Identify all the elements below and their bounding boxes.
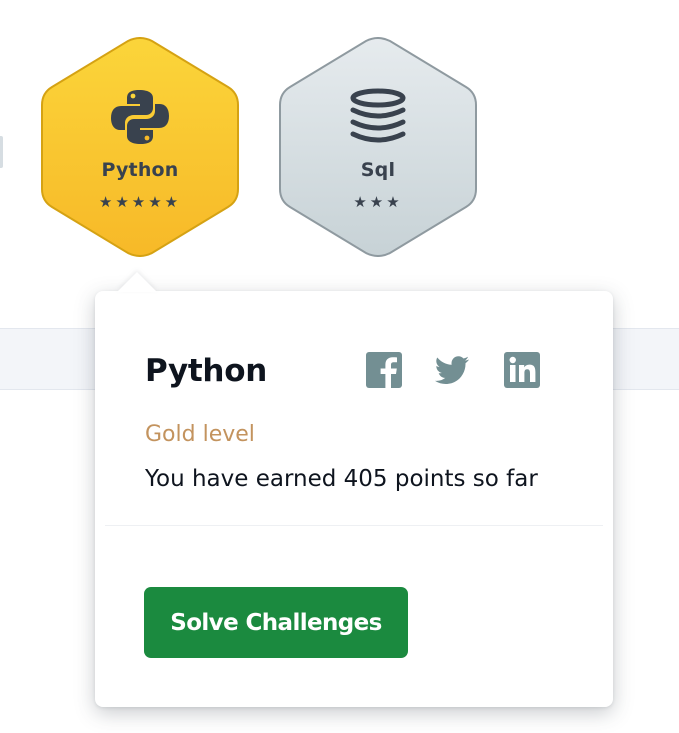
python-logo-icon [111, 90, 169, 144]
badge-level: Gold level [145, 422, 255, 447]
badge-popover: Python Gold level You have earned 405 po… [95, 291, 613, 707]
badge-stars: ★★★★★ [98, 193, 182, 211]
facebook-icon[interactable] [365, 351, 403, 389]
twitter-icon[interactable] [433, 351, 471, 389]
badge-stars: ★★★ [353, 193, 403, 211]
solve-challenges-button[interactable]: Solve Challenges [144, 587, 408, 658]
database-icon [350, 88, 406, 143]
share-icons [365, 351, 555, 391]
badge-name: Sql [360, 159, 396, 181]
popover-title: Python [145, 353, 267, 389]
badge-name: Python [101, 159, 179, 181]
divider [105, 525, 603, 526]
points-earned-text: You have earned 405 points so far [145, 466, 538, 492]
badges-page: Python ★★★★★ Sql ★★★ Python Gold level Y… [0, 0, 679, 733]
hexagon-badge-shape [41, 37, 239, 257]
previous-badge-edge [0, 136, 3, 168]
linkedin-icon[interactable] [503, 351, 541, 389]
badge-python[interactable]: Python ★★★★★ [40, 37, 240, 257]
badge-sql[interactable]: Sql ★★★ [278, 37, 478, 257]
hexagon-badge-shape [279, 37, 477, 257]
popover-arrow [117, 272, 157, 292]
